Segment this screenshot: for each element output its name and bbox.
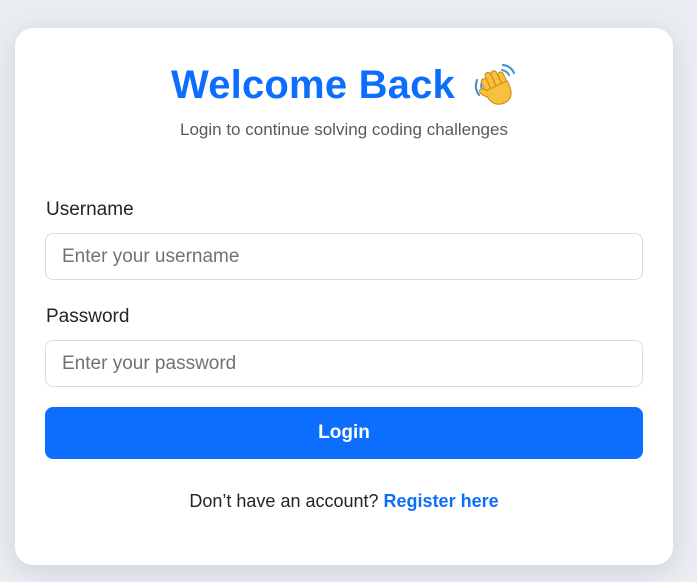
login-card: Welcome Back Login to continue solving c… (15, 28, 673, 565)
waving-hand-icon (471, 62, 517, 108)
password-label: Password (46, 306, 130, 327)
header: Welcome Back (15, 62, 673, 108)
password-input[interactable] (45, 340, 643, 387)
register-prompt: Don’t have an account? Register here (15, 491, 673, 512)
page-subtitle: Login to continue solving coding challen… (180, 120, 508, 139)
page-title: Welcome Back (170, 62, 456, 107)
login-button[interactable]: Login (45, 407, 643, 459)
register-link[interactable]: Register here (384, 491, 499, 511)
username-label: Username (46, 199, 134, 220)
register-prompt-text: Don’t have an account? (189, 491, 379, 511)
username-input[interactable] (45, 233, 643, 280)
